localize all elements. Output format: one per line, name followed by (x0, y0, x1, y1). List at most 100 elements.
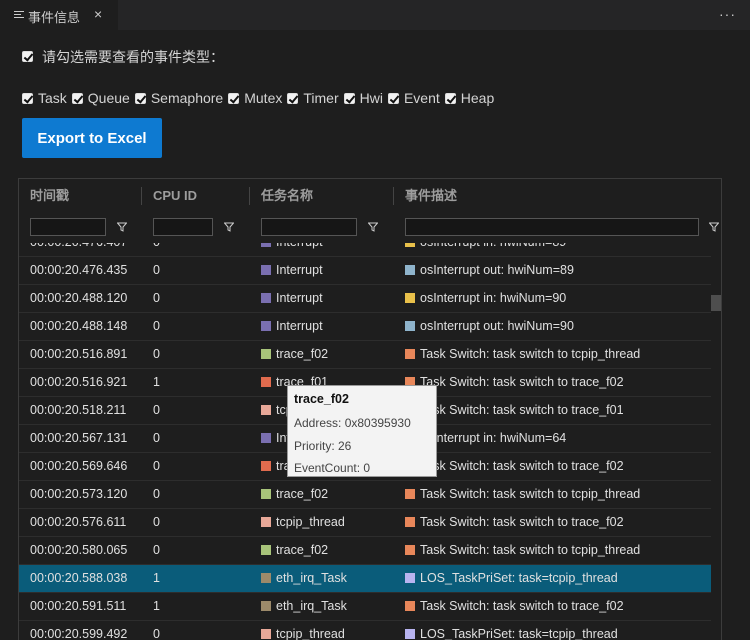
table-row[interactable]: 00:00:20.573.120 0 trace_f02 Task Switch: t… (19, 481, 711, 509)
event-color-swatch (405, 321, 415, 331)
event-type-label: Mutex (244, 90, 283, 106)
event-type-hwi[interactable]: Hwi (343, 90, 383, 106)
table-row[interactable]: 00:00:20.488.120 0 Interrupt osInterrupt in… (19, 285, 711, 313)
task-color-swatch (261, 461, 271, 471)
timestamp-value: 00:00:20.516.921 (30, 375, 128, 389)
scrollbar-thumb[interactable] (711, 295, 721, 311)
cpu-cell: 0 (153, 453, 160, 480)
event-type-mutex[interactable]: Mutex (228, 90, 282, 106)
cpu-cell: 1 (153, 593, 160, 620)
event-type-semaphore[interactable]: Semaphore (134, 90, 223, 106)
task-cell: Interrupt (261, 313, 323, 340)
table-row[interactable]: 00:00:20.488.148 0 Interrupt osInterrupt ou… (19, 313, 711, 341)
event-type-checkbox[interactable] (134, 92, 146, 104)
event-type-prompt: 请勾选需要查看的事件类型： (42, 49, 224, 65)
cpu-value: 0 (153, 243, 160, 249)
cpu-filter-input[interactable] (153, 218, 213, 236)
event-type-timer[interactable]: Timer (287, 90, 339, 106)
task-name: Interrupt (276, 291, 323, 305)
event-type-checkbox[interactable] (287, 92, 299, 104)
close-icon[interactable]: × (94, 6, 102, 22)
cpu-cell: 0 (153, 481, 160, 508)
filter-icon[interactable] (709, 222, 719, 232)
export-to-excel-button[interactable]: Export to Excel (22, 118, 162, 158)
description-cell: Task Switch: task switch to tcpip_thread (405, 537, 640, 564)
cpu-cell: 0 (153, 397, 160, 424)
timestamp-value: 00:00:20.591.511 (30, 599, 127, 613)
table-row[interactable]: 00:00:20.588.038 1 eth_irq_Task LOS_TaskPri… (19, 565, 711, 593)
table-row[interactable]: 00:00:20.591.511 1 eth_irq_Task Task Switch… (19, 593, 711, 621)
task-name: eth_irq_Task (276, 571, 347, 585)
timestamp-value: 00:00:20.488.120 (30, 291, 128, 305)
event-description: Task Switch: task switch to trace_f01 (420, 403, 624, 417)
event-color-swatch (405, 489, 415, 499)
tooltip-priority: Priority: 26 (294, 439, 352, 453)
tab-event-info[interactable]: 事件信息 × (0, 0, 118, 30)
cpu-cell: 1 (153, 565, 160, 592)
cpu-cell: 0 (153, 509, 160, 536)
event-color-swatch (405, 573, 415, 583)
table-row[interactable]: 00:00:20.580.065 0 trace_f02 Task Switch: t… (19, 537, 711, 565)
cpu-cell: 0 (153, 425, 160, 452)
task-cell: trace_f02 (261, 537, 328, 564)
description-cell: Task Switch: task switch to trace_f01 (405, 397, 624, 424)
header-event-description[interactable]: 事件描述 (405, 179, 457, 213)
select-all-checkbox[interactable] (22, 51, 33, 62)
event-type-task[interactable]: Task (22, 90, 67, 106)
event-type-heap[interactable]: Heap (444, 90, 494, 106)
cpu-value: 0 (153, 431, 160, 445)
table-row[interactable]: 00:00:20.476.435 0 Interrupt osInterrupt ou… (19, 257, 711, 285)
timestamp-value: 00:00:20.476.435 (30, 263, 128, 277)
timestamp-filter-input[interactable] (30, 218, 106, 236)
header-timestamp[interactable]: 时间戳 (30, 179, 69, 213)
event-type-checkbox[interactable] (444, 92, 456, 104)
event-color-swatch (405, 601, 415, 611)
event-type-queue[interactable]: Queue (71, 90, 130, 106)
table-row[interactable]: 00:00:20.516.891 0 trace_f02 Task Switch: t… (19, 341, 711, 369)
tab-title: 事件信息 (28, 10, 81, 25)
more-actions-icon[interactable]: ··· (719, 6, 736, 22)
tooltip-event-count: EventCount: 0 (294, 461, 371, 475)
event-type-filters: Task Queue Semaphore Mutex Timer Hwi Event Heap (22, 89, 499, 107)
event-color-swatch (405, 545, 415, 555)
task-filter-input[interactable] (261, 218, 357, 236)
description-filter-input[interactable] (405, 218, 699, 236)
table-row[interactable]: 00:00:20.476.407 0 Interrupt osInterrupt in… (19, 243, 711, 257)
description-cell: Task Switch: task switch to trace_f02 (405, 509, 624, 536)
header-task-name[interactable]: 任务名称 (261, 179, 313, 213)
event-type-event[interactable]: Event (387, 90, 440, 106)
timestamp-value: 00:00:20.476.407 (30, 243, 127, 249)
description-cell: LOS_TaskPriSet: task=tcpip_thread (405, 621, 618, 640)
task-cell: trace_f02 (261, 481, 328, 508)
event-type-checkbox[interactable] (71, 92, 83, 104)
description-cell: osInterrupt out: hwiNum=89 (405, 257, 574, 284)
timestamp-value: 00:00:20.573.120 (30, 487, 128, 501)
tab-bar: 事件信息 × ··· (0, 0, 750, 30)
filter-icon[interactable] (368, 222, 378, 232)
cpu-cell: 1 (153, 369, 160, 396)
timestamp-value: 00:00:20.488.148 (30, 319, 128, 333)
table-row[interactable]: 00:00:20.599.492 0 tcpip_thread LOS_TaskPri… (19, 621, 711, 640)
timestamp-value: 00:00:20.567.131 (30, 431, 128, 445)
task-name: tcpip_thread (276, 515, 345, 529)
filter-icon[interactable] (224, 222, 234, 232)
event-type-checkbox[interactable] (343, 92, 355, 104)
event-description: osInterrupt in: hwiNum=89 (420, 243, 566, 249)
event-type-checkbox[interactable] (22, 92, 33, 104)
task-name: Interrupt (276, 319, 323, 333)
task-tooltip: trace_f02 Address: 0x80395930 Priority: … (287, 385, 437, 477)
filter-icon[interactable] (117, 222, 127, 232)
task-name: Interrupt (276, 243, 323, 249)
event-description: Task Switch: task switch to trace_f02 (420, 375, 624, 389)
header-cpu-id[interactable]: CPU ID (153, 179, 197, 213)
cpu-cell: 0 (153, 621, 160, 640)
cpu-cell: 0 (153, 285, 160, 312)
event-type-checkbox[interactable] (228, 92, 240, 104)
timestamp-value: 00:00:20.518.211 (30, 403, 127, 417)
event-type-checkbox[interactable] (387, 92, 399, 104)
event-description: Task Switch: task switch to trace_f02 (420, 599, 624, 613)
vertical-scrollbar[interactable] (711, 243, 721, 640)
description-cell: osInterrupt in: hwiNum=90 (405, 285, 566, 312)
table-row[interactable]: 00:00:20.576.611 0 tcpip_thread Task Switch… (19, 509, 711, 537)
description-cell: Task Switch: task switch to trace_f02 (405, 369, 624, 396)
